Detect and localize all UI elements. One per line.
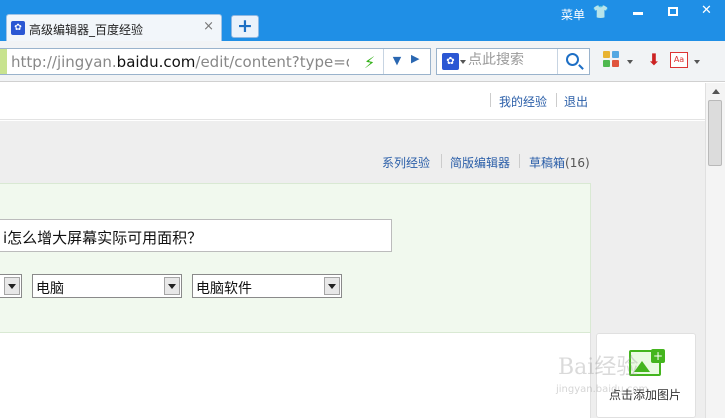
address-bar[interactable]: http://jingyan.baidu.com/edit/content?ty… <box>0 48 431 75</box>
drafts-link[interactable]: 草稿箱(16) <box>529 154 590 171</box>
category-2-value: 电脑 <box>36 281 64 297</box>
title-value: i怎么增大屏幕实际可用面积？ <box>3 229 203 247</box>
scroll-thumb[interactable] <box>708 100 722 166</box>
plus-icon: + <box>651 349 665 363</box>
baidu-watermark-url: jingyan.baidu.com <box>556 384 649 395</box>
url-text[interactable]: http://jingyan.baidu.com/edit/content?ty… <box>11 53 349 71</box>
close-window-button[interactable]: ✕ <box>690 0 723 22</box>
dropdown-arrow-icon[interactable] <box>164 277 180 295</box>
skin-shirt-icon[interactable]: 👕 <box>592 5 610 20</box>
my-experience-link[interactable]: 我的经验 <box>499 93 547 110</box>
search-input[interactable] <box>468 52 558 68</box>
dropdown-arrow-icon[interactable] <box>324 277 340 295</box>
scroll-up-icon[interactable] <box>712 89 720 94</box>
search-button[interactable] <box>557 49 589 74</box>
page-header <box>0 83 705 120</box>
category-select-1[interactable] <box>0 274 22 298</box>
maximize-button[interactable] <box>656 0 689 22</box>
tab-close-icon[interactable]: × <box>203 19 214 34</box>
magnifier-icon <box>566 53 579 66</box>
divider <box>556 93 557 107</box>
drafts-label: 草稿箱 <box>529 156 566 170</box>
content-editor-area[interactable] <box>0 333 591 418</box>
divider <box>519 154 520 168</box>
tab-title: 高级编辑器_百度经验 <box>29 23 144 37</box>
download-icon[interactable]: ⬇ <box>645 51 663 69</box>
category-select-2[interactable]: 电脑 <box>32 274 182 298</box>
new-tab-button[interactable]: + <box>231 15 259 38</box>
go-arrow-icon[interactable]: ▶ <box>411 52 419 65</box>
dropdown-arrow-icon[interactable] <box>4 277 20 295</box>
baidu-paw-icon: ✿ <box>11 21 25 35</box>
menu-button[interactable]: 菜单 <box>561 6 585 23</box>
category-3-value: 电脑软件 <box>196 281 252 297</box>
edit-form-panel <box>0 183 591 333</box>
lightning-icon[interactable]: ⚡ <box>364 53 375 72</box>
engine-dropdown-icon[interactable] <box>460 60 466 64</box>
title-field[interactable]: i怎么增大屏幕实际可用面积？ <box>0 219 392 252</box>
minimize-button[interactable] <box>621 0 654 22</box>
baidu-paw-icon[interactable]: ✿ <box>442 53 459 70</box>
search-box[interactable]: ✿ <box>436 48 590 75</box>
pdf-icon[interactable]: Aa <box>670 52 688 68</box>
address-bar-edge <box>0 49 7 74</box>
apps-dropdown-icon[interactable] <box>627 60 633 64</box>
vertical-scrollbar[interactable] <box>705 83 725 418</box>
drafts-count: (16) <box>565 156 590 170</box>
browser-tab[interactable]: ✿ 高级编辑器_百度经验 × <box>6 14 222 41</box>
title-bar: ✿ 高级编辑器_百度经验 × + 菜单 👕 ✕ <box>0 0 725 41</box>
divider <box>441 154 442 168</box>
pdf-dropdown-icon[interactable] <box>694 60 700 64</box>
logout-link[interactable]: 退出 <box>564 93 588 110</box>
divider <box>383 49 384 74</box>
simple-editor-link[interactable]: 简版编辑器 <box>450 154 510 171</box>
category-select-3[interactable]: 电脑软件 <box>192 274 342 298</box>
divider <box>490 93 491 107</box>
apps-icon[interactable] <box>603 51 621 69</box>
baidu-watermark: Bai经验 <box>558 355 639 380</box>
chevron-down-icon[interactable]: ▼ <box>388 51 406 71</box>
series-experience-link[interactable]: 系列经验 <box>382 154 430 171</box>
